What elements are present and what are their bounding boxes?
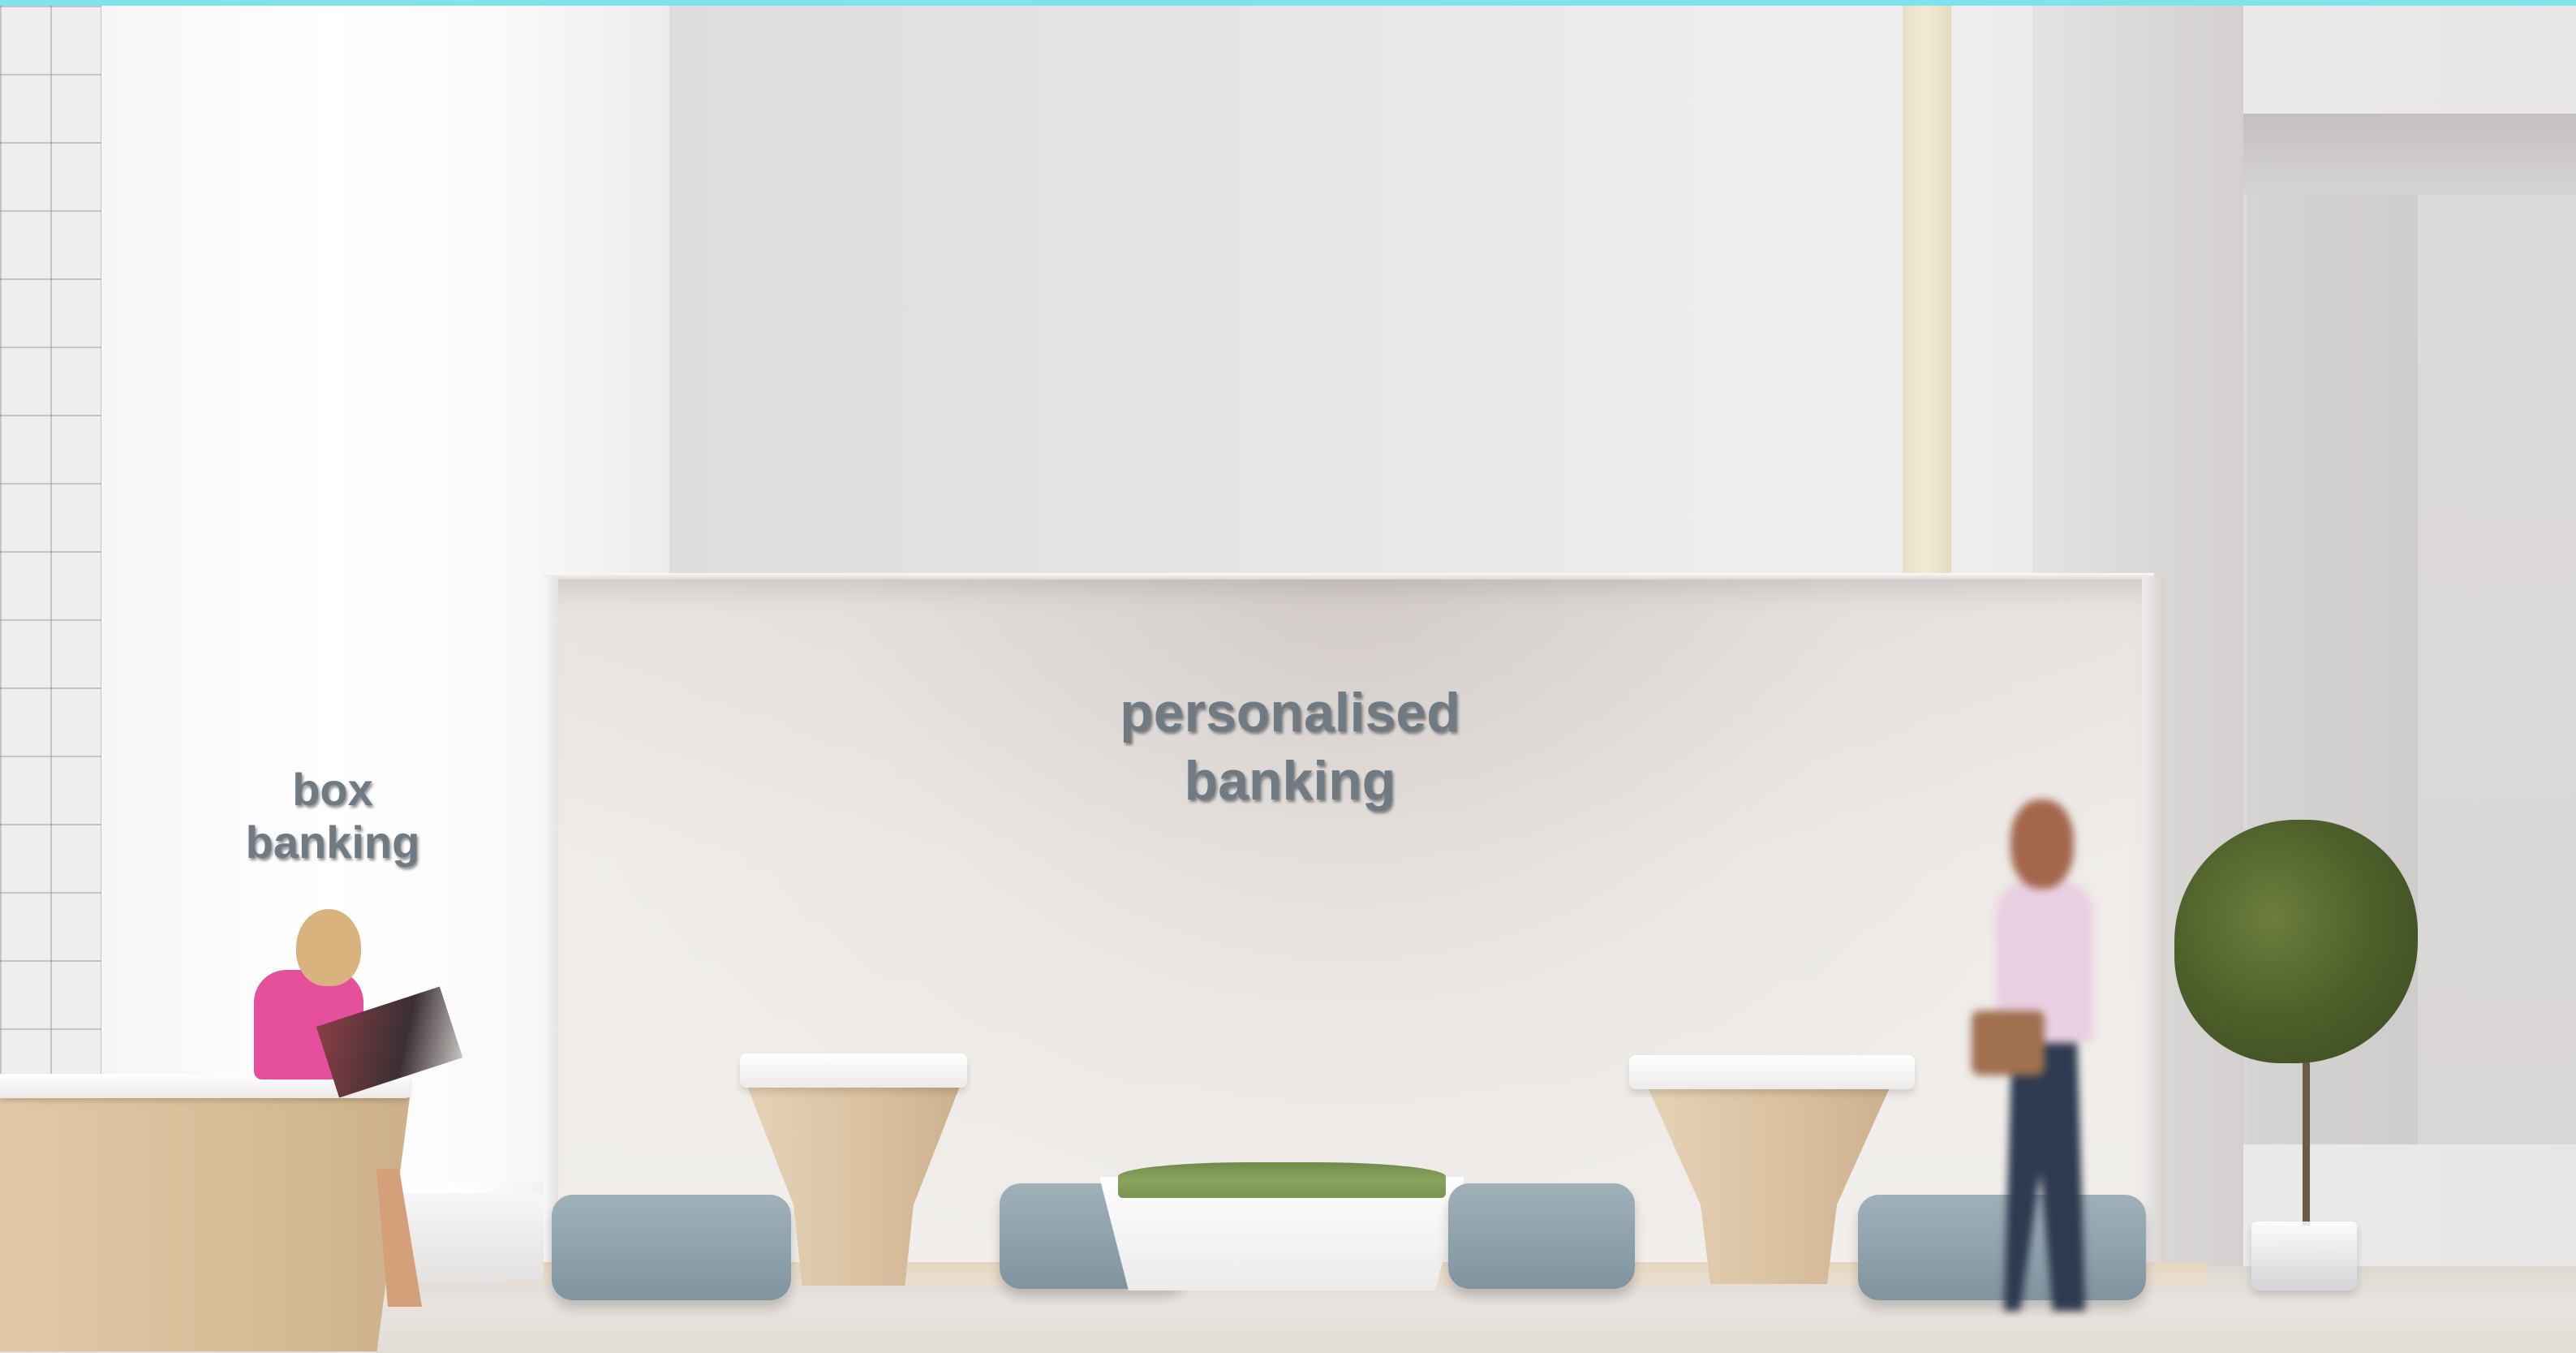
pouf-seat <box>552 1195 791 1300</box>
walking-woman-legs <box>2004 1035 2085 1311</box>
pouf-seat <box>1448 1183 1635 1289</box>
tiled-column <box>0 6 101 1085</box>
walking-woman <box>1972 799 2118 1319</box>
corridor-ceiling <box>2243 114 2576 195</box>
handbag <box>1972 1010 2045 1075</box>
booth-top-edge <box>544 573 2154 580</box>
booth-left-edge <box>544 576 558 1274</box>
walking-woman-head <box>2010 799 2074 889</box>
low-step <box>398 1193 544 1282</box>
table-top <box>1629 1055 1915 1089</box>
sign-line-1: personalised <box>1120 682 1460 743</box>
seated-woman-head <box>296 909 361 986</box>
table-top <box>740 1054 967 1088</box>
sign-line-2: banking <box>1184 750 1396 812</box>
booth-right-edge <box>2142 576 2165 1274</box>
gold-accent-strip <box>1903 6 1951 574</box>
box-banking-sign: box banking <box>245 764 420 868</box>
wood-counter <box>0 1097 410 1351</box>
potted-tree <box>2174 820 2418 1063</box>
top-border-line <box>0 0 2576 6</box>
tree-pot <box>2251 1222 2357 1291</box>
grass <box>1118 1162 1446 1198</box>
personalised-banking-sign: personalised banking <box>1079 679 1501 815</box>
bank-interior-render: box banking personalised banking <box>0 0 2576 1353</box>
